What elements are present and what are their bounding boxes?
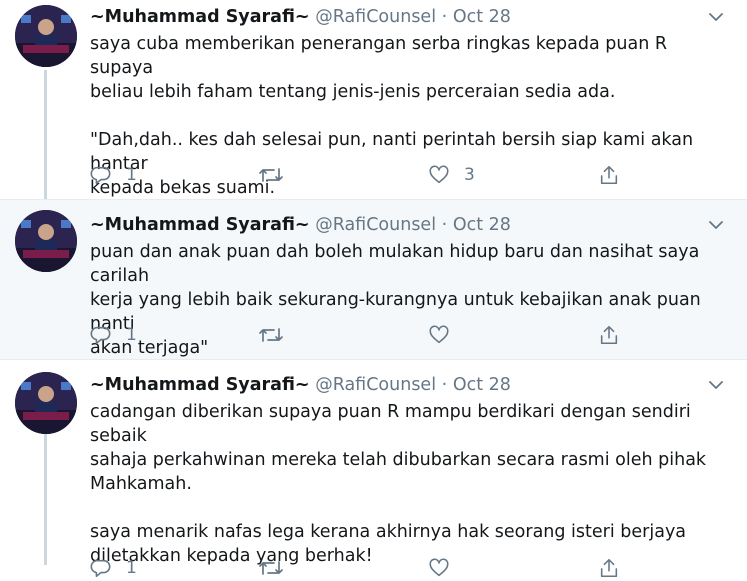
user-handle[interactable]: @RafiCounsel	[315, 215, 436, 235]
like-button[interactable]: 3	[428, 162, 475, 188]
share-button[interactable]	[598, 162, 620, 188]
tweet-actions: 1	[90, 322, 650, 348]
reply-count: 1	[126, 325, 137, 345]
tweet-date[interactable]: Oct 28	[453, 375, 511, 395]
like-button[interactable]	[428, 555, 464, 581]
tweet-header: ~Muhammad Syarafi~ @RafiCounsel · Oct 28	[90, 373, 511, 397]
chevron-down-icon[interactable]	[706, 377, 726, 393]
reply-icon	[90, 559, 111, 578]
display-name[interactable]: ~Muhammad Syarafi~	[90, 7, 310, 27]
tweet-actions: 1 3	[90, 162, 650, 188]
share-icon	[600, 165, 618, 185]
share-button[interactable]	[598, 322, 620, 348]
share-icon	[600, 325, 618, 345]
heart-icon	[429, 165, 449, 184]
share-button[interactable]	[598, 555, 620, 581]
reply-icon	[90, 166, 111, 185]
reply-button[interactable]: 1	[90, 162, 137, 188]
like-button[interactable]	[428, 322, 464, 348]
tweet-date[interactable]: Oct 28	[453, 215, 511, 235]
display-name[interactable]: ~Muhammad Syarafi~	[90, 215, 310, 235]
retweet-icon	[259, 168, 283, 182]
reply-button[interactable]: 1	[90, 322, 137, 348]
retweet-button[interactable]	[258, 555, 298, 581]
like-count: 3	[464, 165, 475, 185]
separator-dot: ·	[441, 215, 448, 235]
tweet-text: cadangan diberikan supaya puan R mampu b…	[90, 402, 707, 566]
retweet-button[interactable]	[258, 322, 298, 348]
tweet-actions: 1	[90, 555, 650, 581]
retweet-icon	[259, 328, 283, 342]
heart-icon	[429, 558, 449, 577]
share-icon	[600, 558, 618, 578]
avatar[interactable]	[15, 5, 77, 67]
user-handle[interactable]: @RafiCounsel	[315, 375, 436, 395]
retweet-icon	[259, 561, 283, 575]
reply-icon	[90, 326, 111, 345]
avatar[interactable]	[15, 372, 77, 434]
reply-count: 1	[126, 558, 137, 578]
tweet-date[interactable]: Oct 28	[453, 7, 511, 27]
user-handle[interactable]: @RafiCounsel	[315, 7, 436, 27]
tweet-header: ~Muhammad Syarafi~ @RafiCounsel · Oct 28	[90, 213, 511, 237]
heart-icon	[429, 325, 449, 344]
chevron-down-icon[interactable]	[706, 9, 726, 25]
tweet[interactable]: ~Muhammad Syarafi~ @RafiCounsel · Oct 28…	[0, 0, 747, 200]
reply-count: 1	[126, 165, 137, 185]
display-name[interactable]: ~Muhammad Syarafi~	[90, 375, 310, 395]
separator-dot: ·	[441, 375, 448, 395]
tweet[interactable]: ~Muhammad Syarafi~ @RafiCounsel · Oct 28…	[0, 360, 747, 578]
tweet-header: ~Muhammad Syarafi~ @RafiCounsel · Oct 28	[90, 5, 511, 29]
retweet-button[interactable]	[258, 162, 298, 188]
separator-dot: ·	[441, 7, 448, 27]
reply-button[interactable]: 1	[90, 555, 137, 581]
avatar[interactable]	[15, 210, 77, 272]
tweet[interactable]: ~Muhammad Syarafi~ @RafiCounsel · Oct 28…	[0, 200, 747, 360]
chevron-down-icon[interactable]	[706, 217, 726, 233]
